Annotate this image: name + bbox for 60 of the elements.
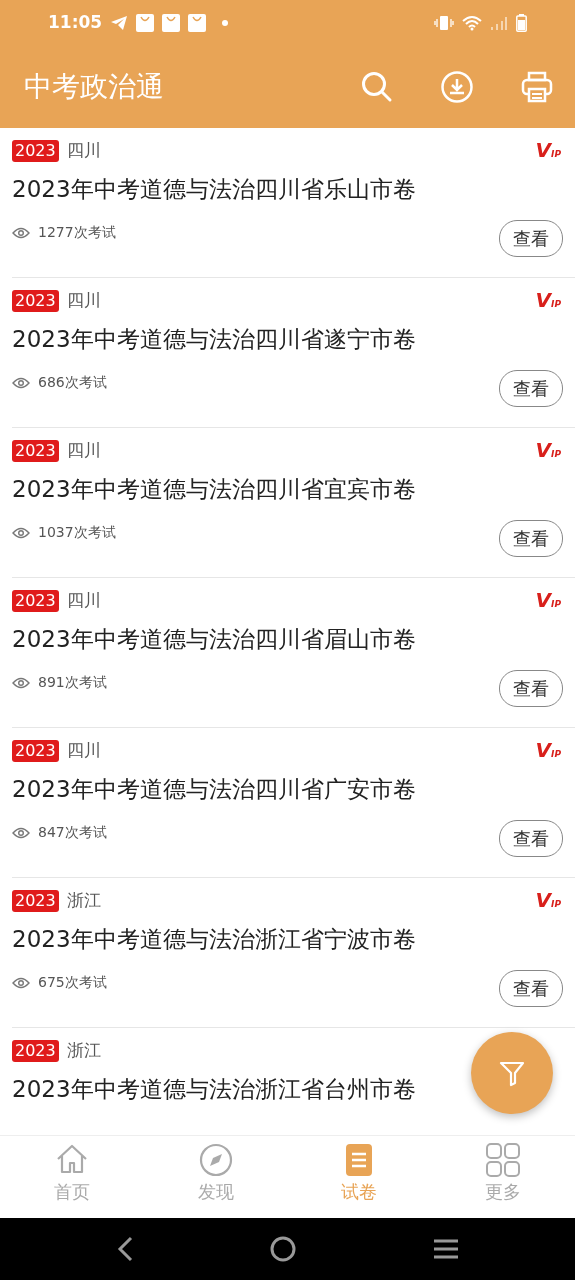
- region-label: 浙江: [66, 889, 101, 912]
- view-button[interactable]: 查看: [499, 520, 563, 557]
- year-tag: 2023: [12, 439, 59, 462]
- view-button[interactable]: 查看: [499, 670, 563, 707]
- paper-title: 2023年中考道德与法治四川省乐山市卷: [12, 174, 416, 204]
- bag-icon: [162, 14, 181, 32]
- view-button[interactable]: 查看: [499, 970, 563, 1007]
- region-label: 四川: [66, 139, 101, 162]
- paper-title: 2023年中考道德与法治浙江省台州市卷: [12, 1074, 416, 1104]
- compass-icon: [197, 1142, 234, 1178]
- grid-icon: [485, 1142, 522, 1178]
- eye-icon: [12, 676, 30, 689]
- paper-title: 2023年中考道德与法治四川省眉山市卷: [12, 624, 416, 654]
- exam-count: 675次考试: [38, 973, 107, 992]
- eye-icon: [12, 826, 30, 839]
- year-tag: 2023: [12, 289, 59, 312]
- signal-icon: [490, 15, 508, 31]
- bag-icon: [136, 14, 155, 32]
- eye-icon: [12, 526, 30, 539]
- view-button[interactable]: 查看: [499, 220, 563, 257]
- exam-count: 686次考试: [38, 373, 107, 392]
- menu-icon[interactable]: [432, 1238, 459, 1260]
- send-icon: [110, 15, 129, 31]
- battery-icon: [516, 14, 527, 32]
- exam-count: 891次考试: [38, 673, 107, 692]
- year-tag: 2023: [12, 889, 59, 912]
- vibrate-icon: [434, 15, 454, 31]
- year-tag: 2023: [12, 1039, 59, 1062]
- view-button[interactable]: 查看: [499, 820, 563, 857]
- filter-button[interactable]: [471, 1032, 553, 1114]
- region-label: 四川: [66, 589, 101, 612]
- download-icon[interactable]: [441, 71, 473, 103]
- exam-count: 1037次考试: [38, 523, 116, 542]
- print-icon[interactable]: [521, 71, 553, 103]
- bag-icon: [188, 14, 207, 32]
- paper-title: 2023年中考道德与法治四川省遂宁市卷: [12, 324, 416, 354]
- home-circle-icon[interactable]: [270, 1236, 297, 1262]
- region-label: 四川: [66, 289, 101, 312]
- year-tag: 2023: [12, 589, 59, 612]
- view-button[interactable]: 查看: [499, 370, 563, 407]
- search-icon[interactable]: [361, 71, 393, 103]
- wifi-icon: [462, 15, 482, 31]
- year-tag: 2023: [12, 739, 59, 762]
- app-title: 中考政治通: [24, 69, 164, 105]
- eye-icon: [12, 376, 30, 389]
- dot-icon: [222, 20, 229, 26]
- exam-count: 1277次考试: [38, 223, 116, 242]
- year-tag: 2023: [12, 139, 59, 162]
- paper-title: 2023年中考道德与法治浙江省宁波市卷: [12, 924, 416, 954]
- back-icon[interactable]: [116, 1236, 135, 1262]
- filter-icon: [498, 1059, 526, 1087]
- region-label: 浙江: [66, 1039, 101, 1062]
- exam-count: 847次考试: [38, 823, 107, 842]
- region-label: 四川: [66, 739, 101, 762]
- region-label: 四川: [66, 439, 101, 462]
- paper-title: 2023年中考道德与法治四川省广安市卷: [12, 774, 416, 804]
- eye-icon: [12, 976, 30, 989]
- eye-icon: [12, 226, 30, 239]
- paper-title: 2023年中考道德与法治四川省宜宾市卷: [12, 474, 416, 504]
- status-time: 11:05: [48, 11, 103, 35]
